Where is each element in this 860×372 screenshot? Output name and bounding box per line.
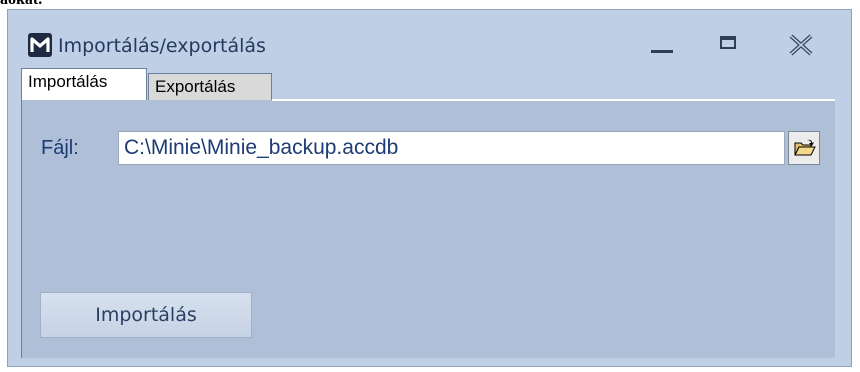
close-button[interactable]: [786, 32, 816, 58]
minimize-button[interactable]: [646, 32, 676, 58]
window-title: Importálás/exportálás: [58, 35, 266, 57]
top-caption: aokat.: [0, 0, 42, 9]
import-button[interactable]: Importálás: [40, 292, 252, 338]
tab-import[interactable]: Importálás: [21, 68, 147, 100]
tab-strip-divider: [272, 99, 835, 101]
file-label: Fájl:: [41, 137, 79, 159]
browse-file-button[interactable]: [788, 131, 820, 165]
maximize-button[interactable]: [714, 32, 744, 58]
close-icon: [789, 34, 813, 56]
app-logo-icon: [28, 33, 52, 57]
title-bar[interactable]: Importálás/exportálás: [8, 10, 851, 64]
file-path-input[interactable]: C:\Minie\Minie_backup.accdb: [118, 131, 785, 165]
open-folder-icon: [794, 139, 816, 156]
tab-export[interactable]: Exportálás: [148, 73, 272, 100]
